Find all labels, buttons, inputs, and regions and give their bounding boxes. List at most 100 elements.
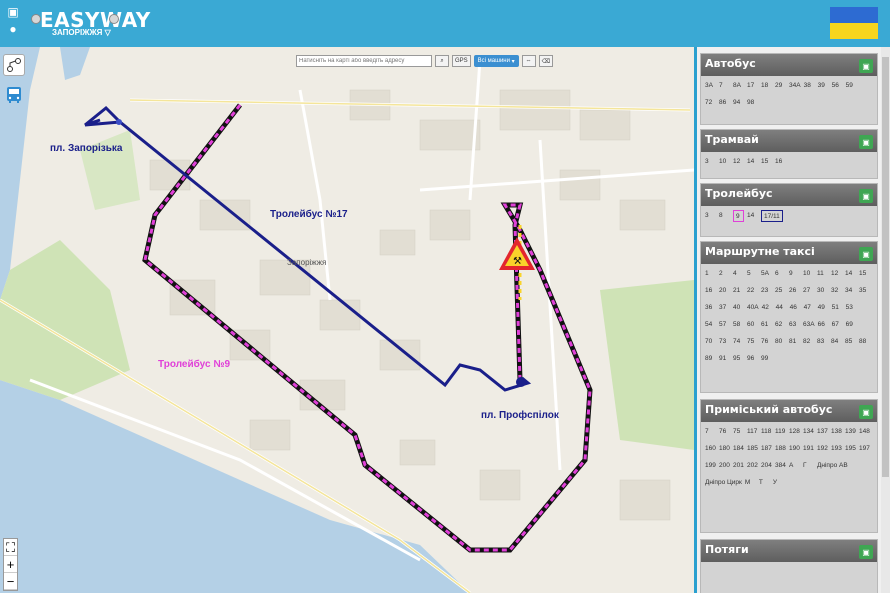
route-item[interactable]: 35 bbox=[859, 285, 870, 297]
route-item[interactable]: 18 bbox=[761, 80, 772, 92]
train-icon[interactable]: ▣ bbox=[859, 545, 873, 559]
route-item[interactable]: 12 bbox=[831, 268, 842, 280]
route-item[interactable]: 384 bbox=[775, 460, 786, 472]
route-item[interactable]: 91 bbox=[719, 353, 730, 365]
route-item[interactable]: 17 bbox=[747, 80, 758, 92]
route-item[interactable]: 3 bbox=[705, 156, 716, 168]
route-item[interactable]: Г bbox=[803, 460, 814, 472]
android-icon[interactable]: ▣ bbox=[4, 4, 22, 21]
route-item[interactable]: 7 bbox=[705, 426, 716, 438]
route-item[interactable]: 74 bbox=[733, 336, 744, 348]
route-item[interactable]: 62 bbox=[775, 319, 786, 331]
panel-scrollbar[interactable] bbox=[881, 47, 890, 593]
route-planner-button[interactable] bbox=[3, 54, 25, 76]
route-item[interactable]: 26 bbox=[789, 285, 800, 297]
apple-icon[interactable]: ● bbox=[4, 21, 22, 38]
route-item[interactable]: 193 bbox=[831, 443, 842, 455]
expand-icon[interactable]: ⇔ bbox=[521, 55, 536, 67]
route-item[interactable]: 42 bbox=[762, 302, 773, 314]
route-item[interactable]: 83 bbox=[817, 336, 828, 348]
route-item[interactable]: 184 bbox=[733, 443, 744, 455]
language-flag-icon[interactable] bbox=[830, 7, 878, 39]
zoom-in-button[interactable]: + bbox=[4, 556, 17, 573]
route-item[interactable]: 5А bbox=[761, 268, 772, 280]
route-item[interactable]: 148 bbox=[859, 426, 870, 438]
route-item[interactable]: 9 bbox=[733, 210, 744, 222]
route-item[interactable]: 56 bbox=[832, 80, 843, 92]
route-item[interactable]: 72 bbox=[705, 97, 716, 109]
route-item[interactable]: 118 bbox=[761, 426, 772, 438]
route-item[interactable]: А bbox=[789, 460, 800, 472]
route-item[interactable]: 67 bbox=[832, 319, 843, 331]
route-item[interactable]: Т bbox=[759, 477, 770, 489]
stop-zaporizka-icon[interactable] bbox=[116, 119, 122, 125]
route-item[interactable]: 82 bbox=[803, 336, 814, 348]
route-item[interactable]: Дніпро АВ bbox=[817, 460, 848, 472]
trolleybus-icon[interactable]: ▣ bbox=[859, 189, 873, 203]
binoculars-icon[interactable]: ⌕ bbox=[435, 55, 449, 67]
transport-button[interactable] bbox=[3, 84, 25, 106]
route-item[interactable]: 139 bbox=[845, 426, 856, 438]
city-selector[interactable]: ЗАПОРІЖЖЯ ▽ bbox=[52, 28, 111, 37]
route-item[interactable]: 8А bbox=[733, 80, 744, 92]
route-item[interactable]: 185 bbox=[747, 443, 758, 455]
route-item[interactable]: Дніпро Цирк bbox=[705, 477, 742, 489]
route-item[interactable]: 75 bbox=[747, 336, 758, 348]
route-item[interactable]: 191 bbox=[803, 443, 814, 455]
route-item[interactable]: 201 bbox=[733, 460, 744, 472]
route-item[interactable]: 95 bbox=[733, 353, 744, 365]
route-item[interactable]: 63 bbox=[789, 319, 800, 331]
route-item[interactable]: 134 bbox=[803, 426, 814, 438]
stop-profspilok-icon[interactable] bbox=[516, 377, 526, 387]
route-item[interactable]: 54 bbox=[705, 319, 716, 331]
route-item[interactable]: 192 bbox=[817, 443, 828, 455]
route-item[interactable]: 4 bbox=[733, 268, 744, 280]
route-item[interactable]: 60 bbox=[747, 319, 758, 331]
route-item[interactable]: 94 bbox=[733, 97, 744, 109]
route-item[interactable]: 40А bbox=[747, 302, 759, 314]
route-item[interactable]: 34А bbox=[789, 80, 801, 92]
route-item[interactable]: 38 bbox=[804, 80, 815, 92]
route-item[interactable]: 14 bbox=[747, 156, 758, 168]
route-item[interactable]: 80 bbox=[775, 336, 786, 348]
route-item[interactable]: 11 bbox=[817, 268, 828, 280]
route-item[interactable]: 76 bbox=[761, 336, 772, 348]
route-item[interactable]: 6 bbox=[775, 268, 786, 280]
route-item[interactable]: 137 bbox=[817, 426, 828, 438]
route-item[interactable]: 117 bbox=[747, 426, 758, 438]
route-item[interactable]: 9 bbox=[789, 268, 800, 280]
fullscreen-icon[interactable]: ⛶ bbox=[4, 539, 17, 556]
route-item[interactable]: 8 bbox=[719, 210, 730, 222]
route-item[interactable]: 61 bbox=[761, 319, 772, 331]
tram-icon[interactable]: ▣ bbox=[859, 135, 873, 149]
route-item[interactable]: 70 bbox=[705, 336, 716, 348]
route-item[interactable]: 10 bbox=[803, 268, 814, 280]
route-item[interactable]: 12 bbox=[733, 156, 744, 168]
route-item[interactable]: 22 bbox=[747, 285, 758, 297]
route-item[interactable]: 86 bbox=[719, 97, 730, 109]
route-item[interactable]: 37 bbox=[719, 302, 730, 314]
route-item[interactable]: 2 bbox=[719, 268, 730, 280]
route-item[interactable]: 25 bbox=[775, 285, 786, 297]
vehicles-select[interactable]: Всі машини ▾ bbox=[473, 55, 519, 67]
scrollbar-thumb[interactable] bbox=[882, 57, 889, 477]
minibus-icon[interactable]: ▣ bbox=[859, 247, 873, 261]
eraser-icon[interactable]: ⌫ bbox=[538, 55, 554, 67]
map[interactable]: ⚒ пл. Запорізька Тролейбус №17 Тролейбус… bbox=[0, 47, 694, 593]
route-item[interactable]: 39 bbox=[818, 80, 829, 92]
route-item[interactable]: 27 bbox=[803, 285, 814, 297]
route-item[interactable]: 187 bbox=[761, 443, 772, 455]
route-item[interactable]: 75 bbox=[733, 426, 744, 438]
route-item[interactable]: 85 bbox=[845, 336, 856, 348]
route-item[interactable]: 5 bbox=[747, 268, 758, 280]
route-item[interactable]: 76 bbox=[719, 426, 730, 438]
route-item[interactable]: 34 bbox=[845, 285, 856, 297]
route-item[interactable]: 40 bbox=[733, 302, 744, 314]
route-item[interactable]: 3А bbox=[705, 80, 716, 92]
route-item[interactable]: 99 bbox=[761, 353, 772, 365]
route-item[interactable]: 10 bbox=[719, 156, 730, 168]
route-item[interactable]: У bbox=[773, 477, 784, 489]
route-item[interactable]: 160 bbox=[705, 443, 716, 455]
route-item[interactable]: 44 bbox=[776, 302, 787, 314]
route-item[interactable]: 21 bbox=[733, 285, 744, 297]
